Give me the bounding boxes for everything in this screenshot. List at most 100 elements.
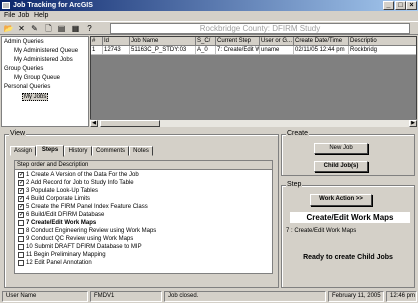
list-item[interactable]: 8 Conduct Engineering Review using Work … xyxy=(18,228,156,236)
table-cell[interactable]: uname xyxy=(260,46,294,55)
column-header[interactable]: S_C/ xyxy=(196,37,216,46)
new-document-icon[interactable]: 🗋 xyxy=(43,23,54,34)
tree-item-my-jobs[interactable]: My Jobs xyxy=(22,93,49,101)
tree-item-my-administered-queue[interactable]: My Administered Queue xyxy=(14,48,78,54)
checkbox[interactable] xyxy=(18,252,24,258)
current-step-title: Create/Edit Work Maps xyxy=(290,212,410,223)
menu-help[interactable]: Help xyxy=(34,12,48,19)
table-cell[interactable]: 1 xyxy=(91,46,103,55)
tree-item-personal-queries[interactable]: Personal Queries xyxy=(4,84,50,90)
checkbox[interactable] xyxy=(18,244,24,250)
report-icon[interactable]: ▤ xyxy=(56,23,67,34)
tab-assign[interactable]: Assign xyxy=(10,146,36,156)
table-cell[interactable]: 7: Create/Edit W... xyxy=(216,46,260,55)
table-cell[interactable]: Rockbridg xyxy=(349,46,416,55)
title-bar: Job Tracking for ArcGIS _ □ × xyxy=(0,0,418,11)
checkbox[interactable]: ✓ xyxy=(18,180,24,186)
checkbox[interactable] xyxy=(18,236,24,242)
step-text: 10 Submit DRAFT DFIRM Database to MIP xyxy=(26,244,142,250)
tab-comments[interactable]: Comments xyxy=(92,146,129,156)
step-text: 1 Create A Version of the Data For the J… xyxy=(26,172,139,178)
list-item[interactable]: ✓ 4 Build Corporate Limits xyxy=(18,196,90,204)
menu-job[interactable]: Job xyxy=(18,12,29,19)
table-cell[interactable]: 02/11/05 12:44 pm xyxy=(294,46,349,55)
ready-status-text: Ready to create Child Jobs xyxy=(303,254,393,261)
table-cell[interactable]: 12743 xyxy=(103,46,130,55)
view-icon[interactable]: ▦ xyxy=(70,23,81,34)
tree-item-my-group-queue[interactable]: My Group Queue xyxy=(14,75,60,81)
list-item[interactable]: 11 Begin Preliminary Mapping xyxy=(18,252,106,260)
column-header[interactable]: Create Date/Time xyxy=(294,37,349,46)
list-item[interactable]: 10 Submit DRAFT DFIRM Database to MIP xyxy=(18,244,142,252)
list-item[interactable]: ✓ 5 Create the FIRM Panel Index Feature C… xyxy=(18,204,148,212)
close-button[interactable]: × xyxy=(406,1,417,10)
checkbox[interactable]: ✓ xyxy=(18,172,24,178)
edit-icon[interactable]: ✎ xyxy=(29,23,40,34)
step-text: 11 Begin Preliminary Mapping xyxy=(26,252,106,258)
open-folder-icon[interactable]: 📂 xyxy=(3,23,14,34)
jobs-grid: # Id Job Name S_C/ Current Step User or … xyxy=(90,36,417,127)
child-jobs-button[interactable]: Child Job(s) xyxy=(314,161,368,172)
step-group-label: Step xyxy=(286,181,303,188)
tree-item-admin-queries[interactable]: Admin Queries xyxy=(4,39,44,45)
list-item-current[interactable]: 7 Create/Edit Work Maps xyxy=(18,220,96,228)
checkbox[interactable] xyxy=(18,220,24,226)
status-user: User Name xyxy=(2,291,88,302)
column-header[interactable]: # xyxy=(91,37,103,46)
step-text: 7 Create/Edit Work Maps xyxy=(26,220,97,226)
status-time: 12:46 pm xyxy=(386,291,417,302)
scroll-left-icon[interactable]: ◀ xyxy=(90,120,98,127)
column-header[interactable]: Id xyxy=(103,37,130,46)
table-cell[interactable]: 51163C_P_STDY:03 xyxy=(130,46,196,55)
checkbox[interactable] xyxy=(18,228,24,234)
create-group-label: Create xyxy=(286,130,310,137)
checkbox[interactable]: ✓ xyxy=(18,188,24,194)
checkbox[interactable]: ✓ xyxy=(18,196,24,202)
tree-item-group-queries[interactable]: Group Queries xyxy=(4,66,43,72)
tree-item-my-administered-jobs[interactable]: My Administered Jobs xyxy=(14,57,73,63)
table-cell[interactable]: A_0 xyxy=(196,46,216,55)
new-job-button[interactable]: New Job xyxy=(314,143,368,154)
column-header[interactable]: Job Name xyxy=(130,37,196,46)
checkbox[interactable]: ✓ xyxy=(18,212,24,218)
status-bar: User Name FMDV1 Job closed. February 11,… xyxy=(0,290,418,303)
window-title: Job Tracking for ArcGIS xyxy=(13,2,93,9)
list-item[interactable]: 9 Conduct QC Review using Work Maps xyxy=(18,236,133,244)
list-item[interactable]: ✓ 6 Build/Edit DFIRM Database xyxy=(18,212,104,220)
steps-list: Step order and Description ✓ 1 Create A V… xyxy=(14,160,273,274)
step-text: 9 Conduct QC Review using Work Maps xyxy=(26,236,134,242)
checkbox[interactable] xyxy=(18,260,24,266)
step-text: 4 Build Corporate Limits xyxy=(26,196,91,202)
minimize-button[interactable]: _ xyxy=(383,1,394,10)
scroll-right-icon[interactable]: ▶ xyxy=(409,120,417,127)
list-item[interactable]: ✓ 1 Create A Version of the Data For the … xyxy=(18,172,139,180)
list-item[interactable]: ✓ 3 Populate Look-Up Tables xyxy=(18,188,98,196)
step-text: 8 Conduct Engineering Review using Work … xyxy=(26,228,157,234)
step-text: 12 Edit Panel Annotation xyxy=(26,260,92,266)
step-text: 3 Populate Look-Up Tables xyxy=(26,188,98,194)
steps-header: Step order and Description xyxy=(15,161,272,170)
menu-bar: File Job Help xyxy=(0,11,418,21)
column-header[interactable]: Current Step xyxy=(216,37,260,46)
column-header[interactable]: Descriptio xyxy=(349,37,416,46)
scroll-thumb[interactable] xyxy=(100,120,160,127)
app-window: Job Tracking for ArcGIS _ □ × File Job H… xyxy=(0,0,418,303)
checkbox[interactable]: ✓ xyxy=(18,204,24,210)
delete-icon[interactable]: ✕ xyxy=(16,23,27,34)
tab-history[interactable]: History xyxy=(64,146,92,156)
column-header[interactable]: User or G... xyxy=(260,37,294,46)
current-step-line: 7 : Create/Edit Work Maps xyxy=(286,228,357,234)
grid-horizontal-scrollbar[interactable]: ◀ ▶ xyxy=(90,119,417,127)
tab-steps[interactable]: Steps xyxy=(36,145,64,157)
step-text: 2 Add Record for Job to Study Info Table xyxy=(26,180,134,186)
maximize-button[interactable]: □ xyxy=(395,1,406,10)
list-item[interactable]: 12 Edit Panel Annotation xyxy=(18,260,92,268)
work-action-button[interactable]: Work Action >> xyxy=(310,194,372,206)
tab-notes[interactable]: Notes xyxy=(129,146,153,156)
list-item[interactable]: ✓ 2 Add Record for Job to Study Info Tabl… xyxy=(18,180,134,188)
status-workspace: FMDV1 xyxy=(90,291,162,302)
menu-file[interactable]: File xyxy=(4,12,15,19)
status-job-state: Job closed. xyxy=(164,291,326,302)
step-text: 6 Build/Edit DFIRM Database xyxy=(26,212,105,218)
help-icon[interactable]: ? xyxy=(84,23,95,34)
